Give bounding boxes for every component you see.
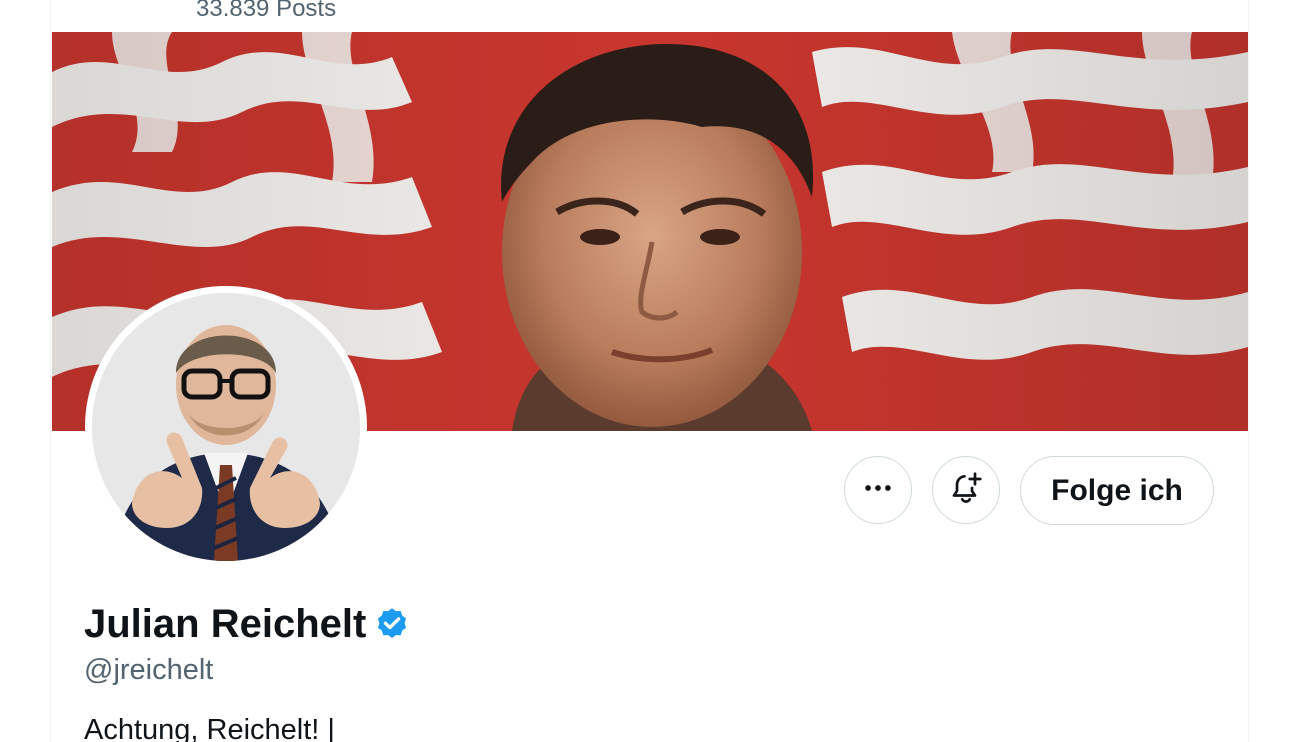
more-button[interactable] bbox=[844, 456, 912, 524]
display-name: Julian Reichelt bbox=[84, 602, 367, 646]
profile-bio: Achtung, Reichelt! | bbox=[84, 714, 335, 742]
more-horizontal-icon bbox=[861, 471, 895, 510]
profile-avatar[interactable] bbox=[85, 286, 367, 568]
notify-button[interactable] bbox=[932, 456, 1000, 524]
post-count: 33.839 Posts bbox=[196, 0, 337, 22]
avatar-photo bbox=[92, 293, 360, 561]
name-row: Julian Reichelt bbox=[84, 600, 410, 648]
profile-page: 33.839 Posts Folge ich Julian Reichelt @… bbox=[0, 0, 1300, 742]
following-button[interactable]: Folge ich bbox=[1020, 456, 1214, 525]
bell-plus-icon bbox=[948, 470, 984, 511]
profile-handle: @jreichelt bbox=[84, 654, 214, 686]
profile-column: 33.839 Posts Folge ich Julian Reichelt @… bbox=[50, 0, 1249, 742]
verified-badge-icon[interactable] bbox=[374, 606, 410, 642]
